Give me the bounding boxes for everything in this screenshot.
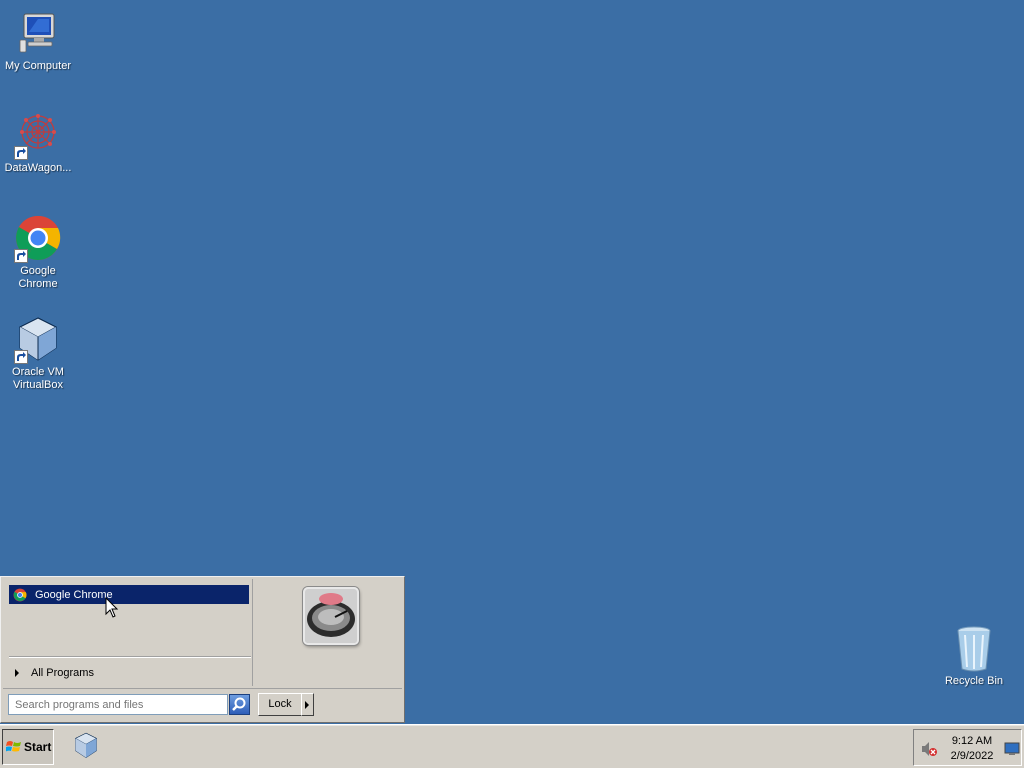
speaker-muted-icon[interactable] <box>920 740 938 758</box>
start-menu-bottom-bar: Lock <box>3 688 402 721</box>
search-input[interactable] <box>8 694 228 715</box>
desktop-icon-label: Google Chrome <box>18 265 58 290</box>
datawagon-icon <box>14 112 62 160</box>
chrome-icon <box>14 215 62 263</box>
virtualbox-icon <box>72 731 100 764</box>
desktop-icon-my-computer[interactable]: My Computer <box>0 10 76 73</box>
recycle-bin-icon <box>950 625 998 673</box>
desktop-icon-label: Oracle VM VirtualBox <box>12 366 64 391</box>
desktop-icon-label: My Computer <box>4 60 72 72</box>
mouse-cursor-icon <box>105 596 119 619</box>
computer-icon <box>14 10 62 58</box>
chrome-icon <box>13 588 27 602</box>
start-menu-separator <box>9 656 251 658</box>
clock-time: 9:12 AM <box>951 735 993 747</box>
desktop-icon-datawagon[interactable]: DataWagon... <box>0 112 76 175</box>
desktop-icon-label: Recycle Bin <box>944 675 1004 687</box>
taskbar-button-virtualbox[interactable] <box>70 730 102 764</box>
user-picture[interactable] <box>303 587 359 645</box>
start-button-label: Start <box>24 740 52 754</box>
show-desktop-icon[interactable] <box>1004 742 1020 756</box>
power-options-arrow-button[interactable] <box>301 693 314 716</box>
virtualbox-icon <box>14 316 62 364</box>
start-menu-item-label: Google Chrome <box>35 588 113 601</box>
desktop-icon-google-chrome[interactable]: Google Chrome <box>0 215 76 291</box>
shortcut-arrow-icon <box>14 146 28 160</box>
all-programs-label: All Programs <box>31 667 94 679</box>
shortcut-arrow-icon <box>14 350 28 364</box>
search-icon <box>230 697 249 717</box>
windows-logo-icon <box>5 740 22 754</box>
search-button[interactable] <box>229 694 250 715</box>
all-programs-button[interactable]: All Programs <box>11 664 249 682</box>
triangle-right-icon <box>15 669 19 677</box>
shortcut-arrow-icon <box>14 249 28 263</box>
system-tray: 9:12 AM 2/9/2022 <box>913 729 1022 766</box>
desktop-icon-label: DataWagon... <box>4 162 72 174</box>
start-menu-programs-pane: Google Chrome All Programs <box>3 579 253 686</box>
start-button[interactable]: Start <box>2 729 54 765</box>
start-menu-user-pane <box>255 579 402 686</box>
start-menu: Google Chrome All Programs Lock <box>0 576 405 723</box>
clock-date: 2/9/2022 <box>950 750 994 762</box>
taskbar: Start 9:12 AM 2/9/2022 <box>0 724 1024 768</box>
desktop-icon-recycle-bin[interactable]: Recycle Bin <box>936 625 1012 688</box>
clock[interactable]: 9:12 AM 2/9/2022 <box>942 734 1002 764</box>
desktop-icon-virtualbox[interactable]: Oracle VM VirtualBox <box>0 316 76 392</box>
start-menu-item-google-chrome[interactable]: Google Chrome <box>9 585 249 604</box>
lock-button[interactable]: Lock <box>258 693 302 716</box>
